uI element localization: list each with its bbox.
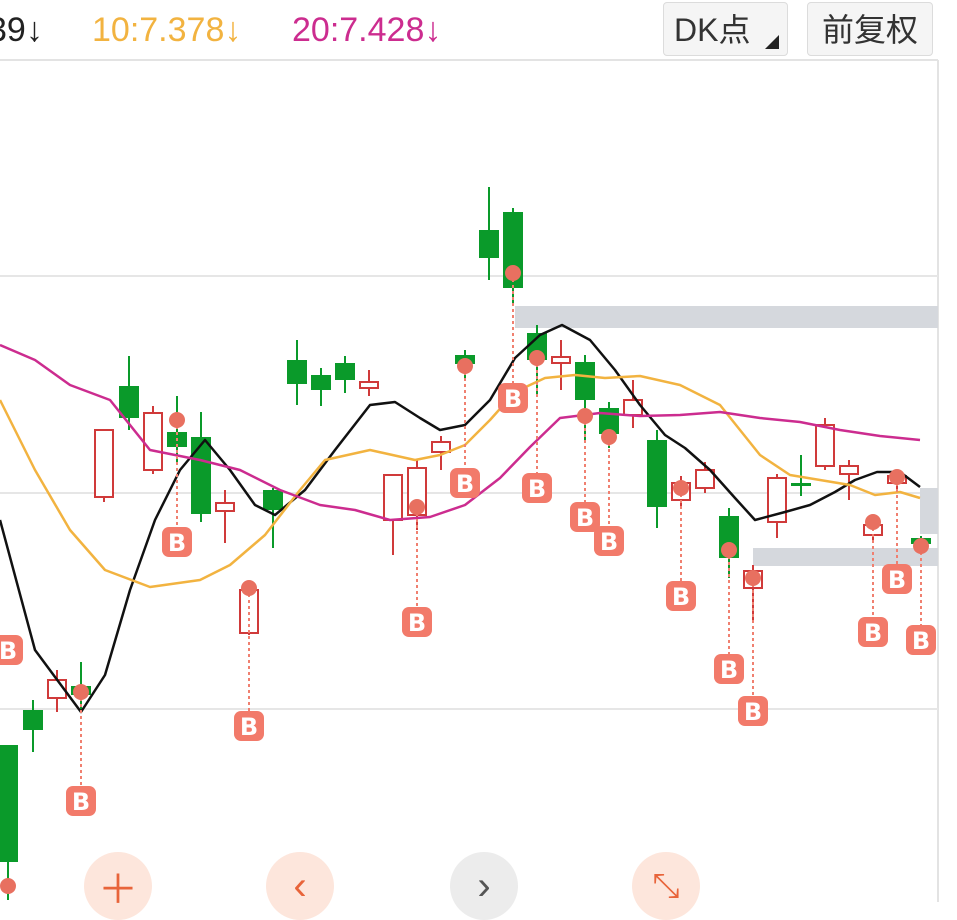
candle-body <box>0 745 18 862</box>
zoom-in-button[interactable]: ＋ <box>84 852 152 920</box>
buy-marker-label: B <box>408 609 426 637</box>
buy-marker-dot <box>745 570 761 586</box>
resistance-zone <box>515 306 938 328</box>
buy-marker-label: B <box>72 788 90 816</box>
fullscreen-icon: ⤡ <box>652 866 680 905</box>
candle-body <box>575 362 595 400</box>
support-zone-edge <box>920 488 938 534</box>
candle-body <box>143 412 163 471</box>
buy-marker-label: B <box>720 656 738 684</box>
candle-body <box>94 429 114 498</box>
prev-button[interactable]: ‹ <box>266 852 334 920</box>
buy-marker-label: B <box>168 529 186 557</box>
buy-marker-label: B <box>672 583 690 611</box>
buy-marker-label: B <box>912 627 930 655</box>
candle-body <box>287 360 307 384</box>
buy-marker-label: B <box>240 713 258 741</box>
buy-marker-label: B <box>600 528 618 556</box>
candle-body <box>311 375 331 390</box>
buy-marker-dot <box>721 542 737 558</box>
candle-body <box>215 502 235 512</box>
candle-body <box>335 363 355 380</box>
buy-marker-dot <box>457 358 473 374</box>
buy-marker-dot <box>673 480 689 496</box>
buy-marker-dot <box>601 429 617 445</box>
candle-body <box>23 710 43 730</box>
buy-marker-dot <box>913 538 929 554</box>
candle-body <box>383 474 403 521</box>
candle-body <box>191 437 211 514</box>
candle-body <box>791 483 811 486</box>
candle-body <box>815 424 835 467</box>
buy-marker-label: B <box>576 504 594 532</box>
buy-marker-dot <box>241 580 257 596</box>
next-button[interactable]: › <box>450 852 518 920</box>
candlestick-chart[interactable]: BBBBBBBBBBBBBBBB <box>0 0 957 902</box>
buy-marker-label: B <box>504 385 522 413</box>
buy-marker-label: B <box>528 475 546 503</box>
buy-marker-label: B <box>0 637 17 665</box>
candle-body <box>479 230 499 258</box>
buy-marker-label: B <box>888 566 906 594</box>
candle-body <box>551 356 571 364</box>
buy-marker-dot <box>577 408 593 424</box>
buy-marker-dot <box>529 350 545 366</box>
buy-marker-dot <box>505 265 521 281</box>
candle-body <box>839 465 859 475</box>
fullscreen-button[interactable]: ⤡ <box>632 852 700 920</box>
buy-marker-dot <box>73 684 89 700</box>
candle-body <box>431 441 451 453</box>
candle-body <box>359 381 379 389</box>
buy-marker-dot <box>865 514 881 530</box>
candle-body <box>647 440 667 507</box>
buy-marker-label: B <box>456 470 474 498</box>
buy-marker-label: B <box>864 619 882 647</box>
buy-marker-dot <box>0 878 16 894</box>
buy-marker-dot <box>409 499 425 515</box>
candle-body <box>263 490 283 510</box>
buy-marker-dot <box>169 412 185 428</box>
support-zone <box>753 548 938 566</box>
buy-marker-label: B <box>744 698 762 726</box>
buy-marker-dot <box>889 469 905 485</box>
zoom-in-icon: ＋ <box>98 868 138 912</box>
